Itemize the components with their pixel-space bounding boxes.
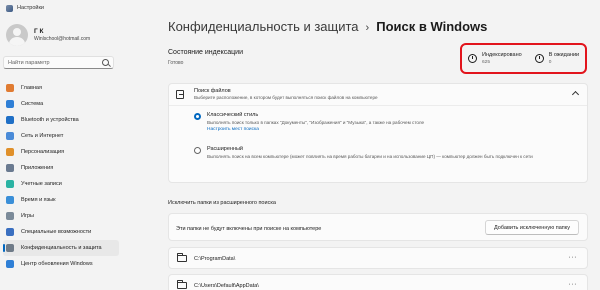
pending-icon xyxy=(534,54,544,63)
enhanced-title: Расширенный xyxy=(207,146,243,152)
sidebar-item-label: Приложения xyxy=(21,165,54,171)
breadcrumb: Конфиденциальность и защита › Поиск в Wi… xyxy=(168,19,487,34)
privacy-icon xyxy=(6,244,14,252)
sidebar-item-privacy[interactable]: Конфиденциальность и защита xyxy=(3,240,119,256)
network-icon xyxy=(6,132,14,140)
pending-label: В ожидании xyxy=(548,52,580,58)
exclude-description: Эти папки не будут включены при поиске н… xyxy=(176,226,322,232)
sidebar-item-label: Учетные записи xyxy=(21,181,62,187)
sidebar-item-label: Специальные возможности xyxy=(21,229,92,235)
excluded-folder-row: C:\Users\Default\AppData\ ··· xyxy=(168,274,588,290)
sidebar-item-label: Сеть и Интернет xyxy=(21,133,64,139)
find-files-title: Поиск файлов xyxy=(194,88,231,94)
sidebar-item-apps[interactable]: Приложения xyxy=(3,160,119,176)
exclude-card: Эти папки не будут включены при поиске н… xyxy=(168,213,588,241)
sidebar-item-windows-update[interactable]: Центр обновления Windows xyxy=(3,256,119,272)
indexing-status-title: Состояние индексации xyxy=(168,49,243,56)
search-icon[interactable] xyxy=(102,59,109,66)
sidebar-item-label: Система xyxy=(21,101,44,107)
sidebar-item-label: Игры xyxy=(21,213,34,219)
find-files-header[interactable]: Поиск файлов Выберите расположение, в ко… xyxy=(169,84,587,106)
sidebar-item-home[interactable]: Главная xyxy=(3,80,119,96)
classic-option[interactable]: Классический стиль Выполнять поиск тольк… xyxy=(194,112,424,132)
sidebar-item-label: Центр обновления Windows xyxy=(21,261,93,267)
breadcrumb-parent[interactable]: Конфиденциальность и защита xyxy=(168,19,359,34)
find-files-description: Выберите расположение, в котором будет в… xyxy=(194,95,378,100)
more-options-icon[interactable]: ··· xyxy=(569,254,578,261)
sidebar-nav: Главная Система Bluetooth и устройства С… xyxy=(3,80,119,272)
indexed-value: 625 xyxy=(482,60,491,65)
exclude-section-title: Исключить папки из расширенного поиска xyxy=(168,200,276,206)
search-box[interactable] xyxy=(3,56,114,69)
indexed-label: Индексировано xyxy=(482,52,522,58)
windows-update-icon xyxy=(6,260,14,268)
customize-locations-link[interactable]: Настроить мест поиска xyxy=(207,127,424,132)
sidebar: Г К Winlschool@hotmail.com Главная Систе… xyxy=(0,16,160,290)
user-name: Г К xyxy=(34,28,44,35)
classic-title: Классический стиль xyxy=(207,112,259,118)
accounts-icon xyxy=(6,180,14,188)
pending-stat: В ожидании 0 xyxy=(534,52,580,65)
enhanced-radio[interactable] xyxy=(194,147,201,154)
time-language-icon xyxy=(6,196,14,204)
sidebar-item-accessibility[interactable]: Специальные возможности xyxy=(3,224,119,240)
accessibility-icon xyxy=(6,228,14,236)
sidebar-item-label: Главная xyxy=(21,85,42,91)
title-bar: Настройки xyxy=(0,0,600,16)
search-document-icon xyxy=(176,90,184,99)
folder-icon xyxy=(177,253,187,262)
chevron-up-icon[interactable] xyxy=(571,90,580,99)
apps-icon xyxy=(6,164,14,172)
breadcrumb-separator-icon: › xyxy=(365,22,370,34)
main-content: Конфиденциальность и защита › Поиск в Wi… xyxy=(160,16,600,290)
user-email: Winlschool@hotmail.com xyxy=(34,36,91,42)
folder-path: C:\Users\Default\AppData\ xyxy=(194,283,259,289)
sidebar-item-label: Bluetooth и устройства xyxy=(21,117,79,123)
gaming-icon xyxy=(6,212,14,220)
personalization-icon xyxy=(6,148,14,156)
home-icon xyxy=(6,84,14,92)
sidebar-item-gaming[interactable]: Игры xyxy=(3,208,119,224)
pending-value: 0 xyxy=(548,60,552,65)
add-excluded-folder-button[interactable]: Добавить исключенную папку xyxy=(485,220,579,235)
classic-radio[interactable] xyxy=(194,113,201,120)
indexed-stat: Индексировано 625 xyxy=(468,52,522,65)
sidebar-item-personalization[interactable]: Персонализация xyxy=(3,144,119,160)
find-files-card: Поиск файлов Выберите расположение, в ко… xyxy=(168,83,588,183)
sidebar-item-label: Персонализация xyxy=(21,149,65,155)
sidebar-item-label: Время и язык xyxy=(21,197,56,203)
sidebar-item-time-language[interactable]: Время и язык xyxy=(3,192,119,208)
sidebar-item-network[interactable]: Сеть и Интернет xyxy=(3,128,119,144)
indexing-status-text: Готово xyxy=(168,60,184,66)
sidebar-item-bluetooth[interactable]: Bluetooth и устройства xyxy=(3,112,119,128)
sidebar-item-label: Конфиденциальность и защита xyxy=(21,245,102,251)
page-title: Поиск в Windows xyxy=(376,19,488,34)
more-options-icon[interactable]: ··· xyxy=(569,281,578,288)
user-profile[interactable]: Г К Winlschool@hotmail.com xyxy=(6,24,90,46)
avatar[interactable] xyxy=(6,24,28,46)
bluetooth-icon xyxy=(6,116,14,124)
window-title: Настройки xyxy=(17,5,44,11)
sidebar-item-system[interactable]: Система xyxy=(3,96,119,112)
excluded-folder-row: C:\ProgramData\ ··· xyxy=(168,247,588,269)
system-icon xyxy=(6,100,14,108)
search-input[interactable] xyxy=(8,59,98,66)
enhanced-description: Выполнять поиск на всем компьютере (може… xyxy=(207,154,533,159)
folder-icon xyxy=(177,280,187,289)
settings-app-icon xyxy=(6,4,13,12)
indexing-stats: Индексировано 625 В ожидании 0 xyxy=(460,43,587,74)
sidebar-item-accounts[interactable]: Учетные записи xyxy=(3,176,119,192)
enhanced-option[interactable]: Расширенный Выполнять поиск на всем комп… xyxy=(194,146,533,159)
folder-path: C:\ProgramData\ xyxy=(194,256,236,262)
indexed-icon xyxy=(468,54,477,63)
classic-description: Выполнять поиск только в папках "Докумен… xyxy=(207,120,425,125)
